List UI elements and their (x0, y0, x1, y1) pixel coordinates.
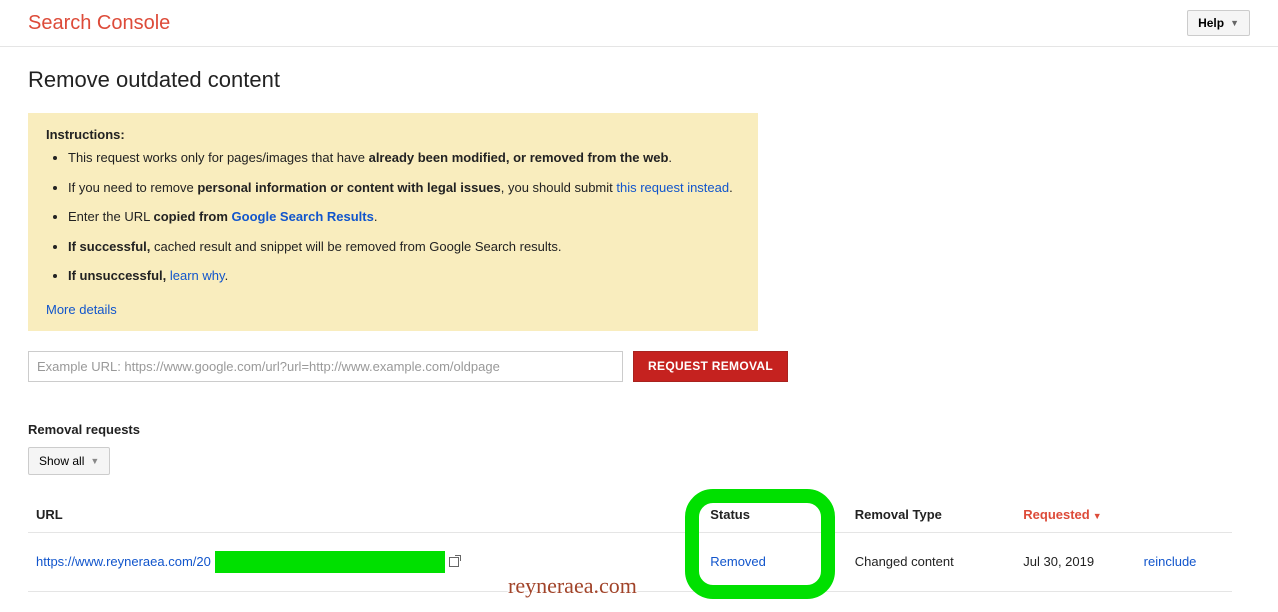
instruction-item: This request works only for pages/images… (68, 148, 740, 168)
instruction-item: If unsuccessful, learn why. (68, 266, 740, 286)
action-cell: reinclude (1136, 532, 1232, 591)
reinclude-link[interactable]: reinclude (1144, 554, 1197, 569)
table-header-row: URL Status Removal Type Requested▼ (28, 497, 1232, 533)
instruction-item: If you need to remove personal informati… (68, 178, 740, 198)
status-link[interactable]: Removed (710, 554, 766, 569)
learn-why-link[interactable]: learn why (170, 268, 225, 283)
watermark: reyneraea.com (508, 573, 637, 599)
column-action (1136, 497, 1232, 533)
table-row: https://www.reyneraea.com/20 reyneraea.c… (28, 532, 1232, 591)
show-all-filter[interactable]: Show all ▼ (28, 447, 110, 475)
removal-type-cell: Changed content (847, 532, 1016, 591)
top-bar: Search Console Help ▼ (0, 0, 1278, 47)
dropdown-arrow-icon: ▼ (1230, 18, 1239, 28)
removal-requests-title: Removal requests (28, 422, 1232, 437)
brand-title: Search Console (28, 12, 170, 35)
external-link-icon[interactable] (449, 557, 459, 567)
instructions-panel: Instructions: This request works only fo… (28, 113, 758, 331)
instruction-item: Enter the URL copied from Google Search … (68, 207, 740, 227)
help-label: Help (1198, 16, 1224, 30)
url-cell: https://www.reyneraea.com/20 reyneraea.c… (28, 532, 702, 591)
column-url[interactable]: URL (28, 497, 702, 533)
instructions-title: Instructions: (46, 127, 740, 142)
legal-request-link[interactable]: this request instead (616, 180, 729, 195)
instructions-list: This request works only for pages/images… (46, 148, 740, 286)
main-content: Remove outdated content Instructions: Th… (0, 47, 1260, 612)
column-status[interactable]: Status (702, 497, 846, 533)
column-requested[interactable]: Requested▼ (1015, 497, 1135, 533)
instruction-item: If successful, cached result and snippet… (68, 237, 740, 257)
column-removal-type[interactable]: Removal Type (847, 497, 1016, 533)
status-cell: Removed (702, 532, 846, 591)
help-button[interactable]: Help ▼ (1187, 10, 1250, 36)
censored-block (215, 551, 445, 573)
more-details-link[interactable]: More details (46, 302, 117, 317)
requests-table: URL Status Removal Type Requested▼ https… (28, 497, 1232, 592)
google-search-results-link[interactable]: Google Search Results (232, 209, 374, 224)
url-submit-row: REQUEST REMOVAL (28, 351, 788, 382)
removed-url-link[interactable]: https://www.reyneraea.com/20 (36, 554, 211, 569)
requested-date-cell: Jul 30, 2019 (1015, 532, 1135, 591)
request-removal-button[interactable]: REQUEST REMOVAL (633, 351, 788, 382)
filter-label: Show all (39, 454, 84, 468)
url-input[interactable] (28, 351, 623, 382)
sort-desc-icon: ▼ (1093, 511, 1102, 521)
dropdown-arrow-icon: ▼ (90, 456, 99, 466)
page-title: Remove outdated content (28, 67, 1232, 93)
